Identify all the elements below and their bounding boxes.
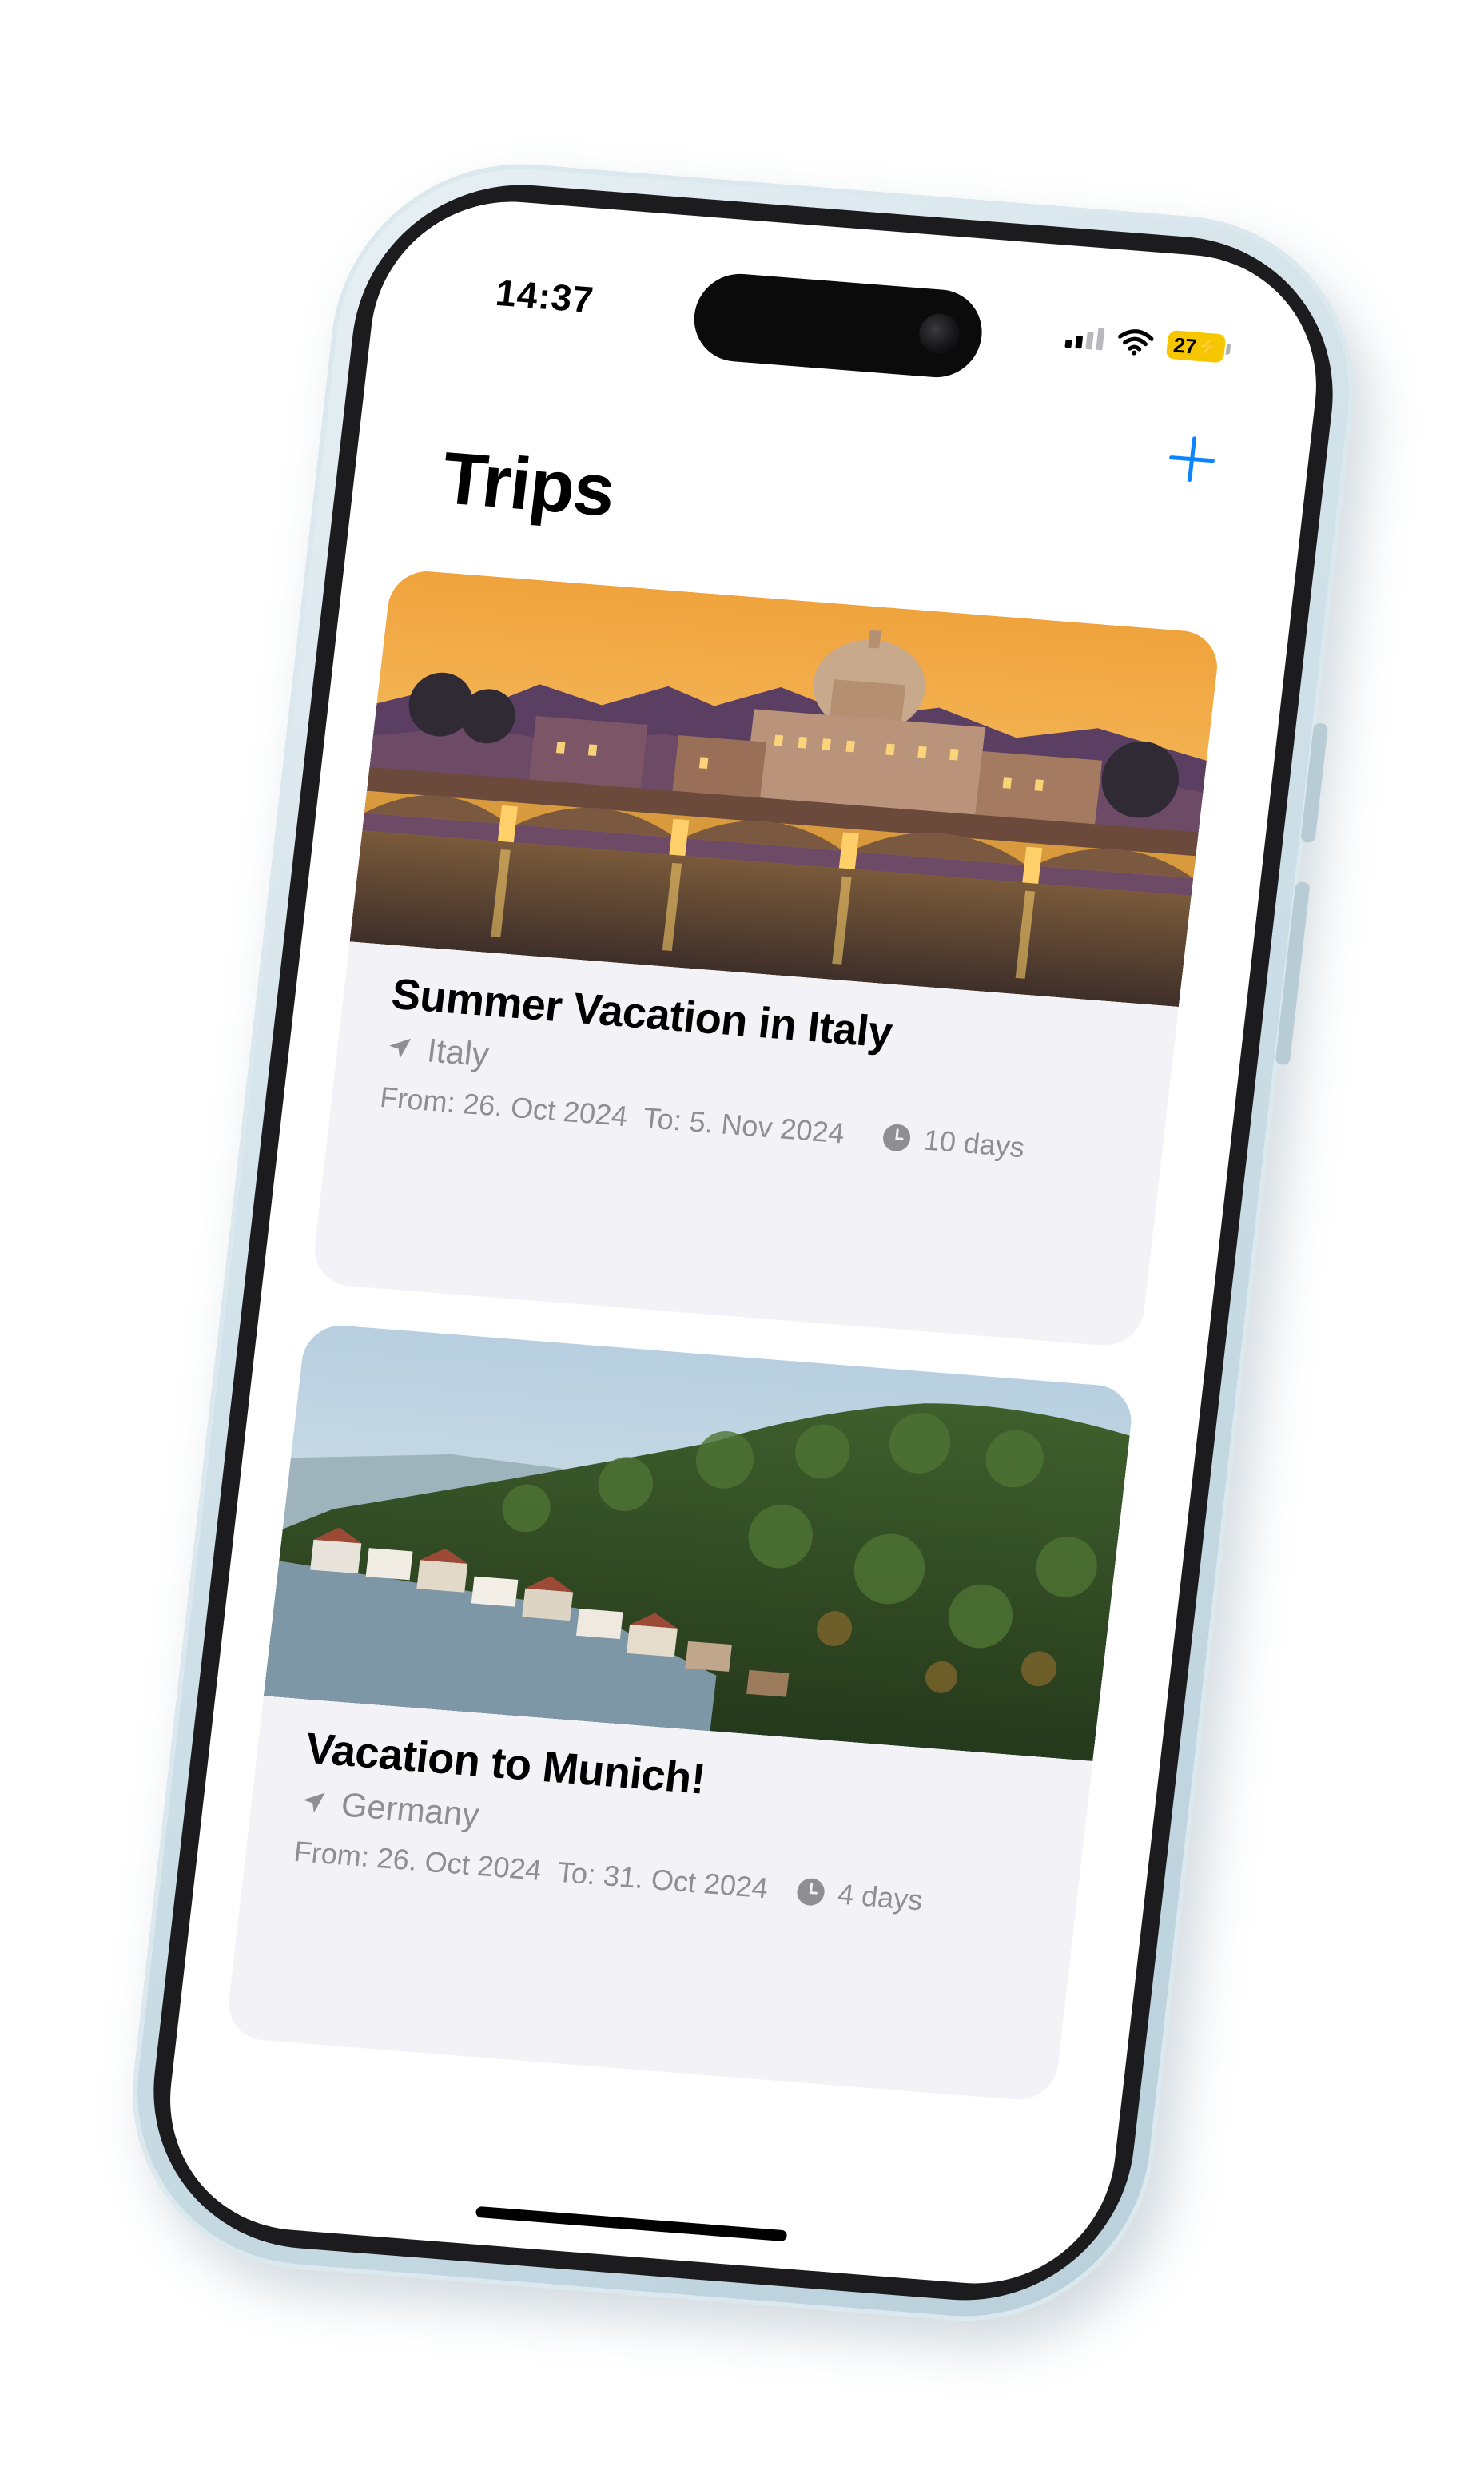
plus-icon: [1169, 436, 1215, 482]
trip-from-date: From: 26. Oct 2024: [292, 1834, 543, 1887]
status-time: 14:37: [493, 271, 596, 321]
page-title: Trips: [438, 437, 619, 532]
clock-icon: [883, 1124, 911, 1151]
trip-details: Vacation to Munich! Germany From: 26. Oc…: [292, 1724, 1058, 1927]
trip-duration-label: 10 days: [921, 1123, 1027, 1164]
clock-icon: [797, 1878, 825, 1906]
trip-cover-image: [263, 1323, 1136, 1761]
device-mockup: 14:37 27 ⚡ Trips Summer Vacation in Ital…: [0, 0, 1484, 2474]
status-indicators: 27 ⚡: [1064, 322, 1227, 364]
trip-card[interactable]: Summer Vacation in Italy Italy From: 26.…: [310, 568, 1222, 1349]
trip-cover-image: [349, 568, 1222, 1008]
trip-duration: 4 days: [794, 1874, 925, 1917]
home-indicator[interactable]: [475, 2206, 788, 2242]
location-arrow-icon: [389, 1038, 412, 1059]
trip-location-label: Germany: [339, 1785, 482, 1834]
trip-to-date: To: 5. Nov 2024: [641, 1100, 846, 1150]
add-trip-button[interactable]: [1161, 429, 1223, 489]
trip-duration: 10 days: [881, 1120, 1026, 1164]
trip-to-date: To: 31. Oct 2024: [555, 1855, 770, 1905]
wifi-icon: [1117, 329, 1154, 356]
trip-details: Summer Vacation in Italy Italy From: 26.…: [378, 969, 1144, 1173]
trip-from-date: From: 26. Oct 2024: [378, 1080, 630, 1133]
trip-duration-label: 4 days: [836, 1877, 925, 1917]
trip-card[interactable]: Vacation to Munich! Germany From: 26. Oc…: [225, 1323, 1136, 2103]
trip-location-label: Italy: [425, 1031, 491, 1074]
dynamic-island: [689, 270, 987, 381]
battery-charging-icon: 27 ⚡: [1165, 329, 1227, 364]
location-arrow-icon: [303, 1792, 325, 1813]
phone: 14:37 27 ⚡ Trips Summer Vacation in Ital…: [113, 150, 1374, 2335]
battery-level: 27: [1172, 332, 1199, 359]
cellular-signal-icon: [1064, 325, 1105, 351]
front-camera: [917, 312, 962, 356]
